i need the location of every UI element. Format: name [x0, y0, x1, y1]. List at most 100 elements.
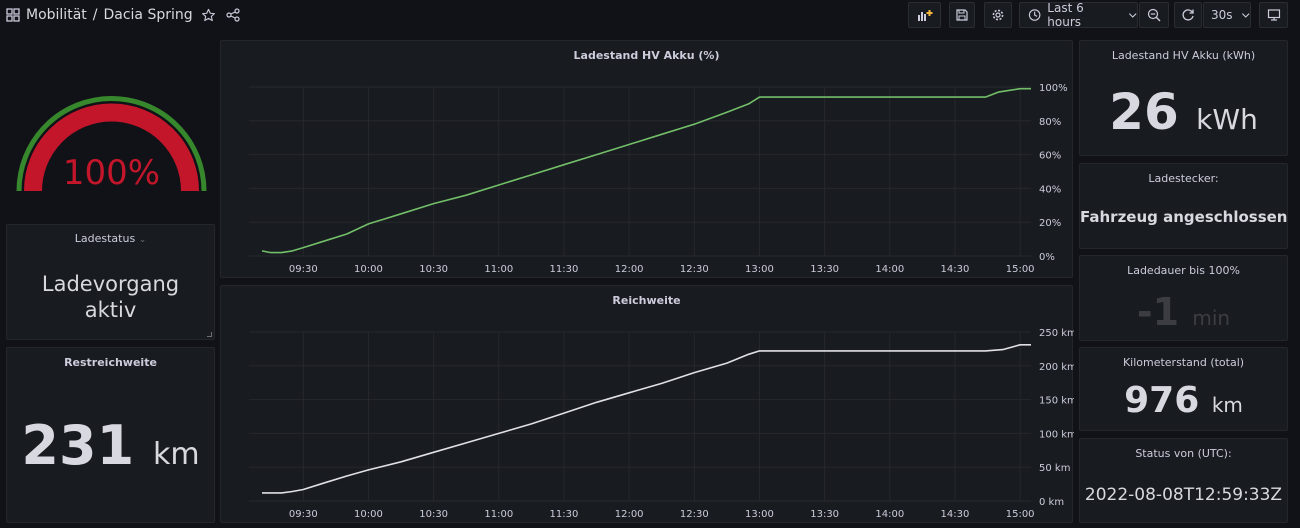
ladestecker-panel: Ladestecker: Fahrzeug angeschlossen — [1079, 163, 1288, 249]
x-tick-label: 12:30 — [680, 509, 709, 520]
panel-title[interactable]: Ladestatus ⌄ — [7, 232, 214, 245]
akku-kwh-unit: kWh — [1196, 103, 1258, 136]
panel-title[interactable]: Ladedauer bis 100% — [1080, 264, 1287, 277]
panel-title-text: Ladestatus — [74, 232, 136, 245]
ladedauer-number: -1 — [1136, 290, 1180, 334]
zoom-out-button[interactable] — [1139, 2, 1169, 28]
zoom-out-icon — [1147, 8, 1161, 22]
kilometerstand-number: 976 — [1124, 380, 1200, 421]
kilometerstand-unit: km — [1211, 393, 1243, 417]
x-tick-label: 13:30 — [810, 264, 839, 275]
refresh-interval-picker[interactable]: 30s — [1203, 2, 1251, 28]
status-timestamp: 2022-08-08T12:59:33Z — [1084, 485, 1283, 505]
reichweite-line-chart[interactable]: 0 km 50 km 100 km 150 km 200 km 250 km 09:30 10… — [221, 286, 1074, 524]
status-panel: Status von (UTC): 2022-08-08T12:59:33Z — [1079, 438, 1288, 523]
chevron-down-icon — [1241, 13, 1250, 18]
monitor-icon — [1267, 9, 1280, 21]
x-tick-label: 11:00 — [484, 264, 513, 275]
add-panel-icon — [917, 10, 932, 21]
kilometerstand-panel: Kilometerstand (total) 976 km — [1079, 347, 1288, 431]
dashboard-grid-icon — [6, 8, 20, 22]
ladedauer-unit: min — [1192, 306, 1231, 330]
x-tick-label: 12:30 — [680, 264, 709, 275]
x-tick-label: 09:30 — [289, 264, 318, 275]
refresh-interval-label: 30s — [1211, 8, 1233, 22]
ladestatus-value-line1: Ladevorgang — [41, 272, 180, 296]
y-tick-label: 80% — [1039, 117, 1061, 128]
time-range-picker[interactable]: Last 6 hours — [1019, 1, 1138, 29]
gauge-panel: 100% — [6, 40, 215, 220]
ladestatus-value: Ladevorgang aktiv — [7, 271, 214, 323]
breadcrumb: Mobilität / Dacia Spring — [6, 6, 240, 24]
chevron-down-icon: ⌄ — [138, 235, 147, 245]
panel-title[interactable]: Status von (UTC): — [1080, 447, 1287, 460]
x-tick-label: 10:00 — [354, 509, 383, 520]
y-tick-label: 20% — [1039, 218, 1061, 229]
x-tick-label: 10:30 — [419, 264, 448, 275]
x-tick-label: 11:30 — [550, 264, 579, 275]
y-tick-label: 0% — [1039, 252, 1055, 263]
akku-kwh-number: 26 — [1109, 83, 1179, 141]
x-tick-label: 11:00 — [484, 509, 513, 520]
tv-mode-button[interactable] — [1259, 2, 1288, 28]
x-tick-label: 10:30 — [419, 509, 448, 520]
x-tick-label: 15:00 — [1006, 264, 1035, 275]
chart-panel-ladestand-prozent: Ladestand HV Akku (%) 0% 20% 40% 60% 80% 100%… — [220, 40, 1073, 278]
ladedauer-value: -1 min — [1080, 290, 1287, 334]
panel-title[interactable]: Ladestand HV Akku (kWh) — [1080, 49, 1287, 62]
x-tick-label: 13:30 — [810, 509, 839, 520]
panel-title[interactable]: Kilometerstand (total) — [1080, 356, 1287, 369]
refresh-button[interactable] — [1174, 2, 1202, 28]
x-tick-label: 13:00 — [745, 264, 774, 275]
panel-title[interactable]: Ladestecker: — [1080, 172, 1287, 185]
akku-kwh-panel: Ladestand HV Akku (kWh) 26 kWh — [1079, 40, 1288, 156]
x-tick-label: 13:00 — [745, 509, 774, 520]
x-tick-label: 14:00 — [875, 509, 904, 520]
dashboard-settings-button[interactable] — [984, 2, 1012, 28]
y-tick-label: 250 km — [1039, 328, 1074, 339]
x-tick-label: 11:30 — [550, 509, 579, 520]
breadcrumb-separator: / — [92, 7, 98, 23]
x-tick-label: 12:00 — [615, 264, 644, 275]
share-icon[interactable] — [226, 8, 240, 22]
y-tick-label: 100 km — [1039, 429, 1074, 440]
chart-panel-reichweite: Reichweite 0 km 50 km 100 km 150 km 200 km 25… — [220, 285, 1074, 524]
breadcrumb-dashboard-title[interactable]: Dacia Spring — [103, 7, 192, 23]
gear-icon — [992, 9, 1004, 21]
series-line — [262, 343, 1031, 494]
ladestatus-value-line2: aktiv — [84, 298, 137, 322]
ladestatus-panel: Ladestatus ⌄ Ladevorgang aktiv — [6, 224, 215, 340]
gauge-value: 100% — [63, 153, 160, 193]
restreichweite-value: 231 km — [7, 414, 214, 477]
series-line — [261, 87, 1031, 254]
restreichweite-number: 231 — [21, 414, 135, 477]
y-tick-label: 200 km — [1039, 362, 1074, 373]
y-tick-label: 40% — [1039, 184, 1061, 195]
save-dashboard-button[interactable] — [949, 2, 975, 28]
save-icon — [956, 9, 968, 21]
restreichweite-unit: km — [152, 437, 200, 472]
restreichweite-panel: Restreichweite 231 km — [6, 347, 215, 523]
y-tick-label: 100% — [1039, 83, 1068, 94]
ladestand-line-chart[interactable]: 0% 20% 40% 60% 80% 100% 09:30 10:00 10:30 11:00 11… — [221, 41, 1074, 279]
refresh-icon — [1182, 9, 1194, 21]
x-tick-label: 10:00 — [354, 264, 383, 275]
y-tick-label: 0 km — [1039, 497, 1064, 508]
star-icon[interactable] — [201, 8, 216, 23]
x-tick-label: 09:30 — [289, 509, 318, 520]
clock-icon — [1028, 9, 1041, 21]
top-bar: Mobilität / Dacia Spring Last 6 hours 30… — [0, 0, 1300, 30]
gauge: 100% — [16, 96, 207, 193]
ladedauer-panel: Ladedauer bis 100% -1 min — [1079, 255, 1288, 341]
panel-title[interactable]: Restreichweite — [7, 356, 214, 369]
x-tick-label: 14:30 — [941, 509, 970, 520]
add-panel-button[interactable] — [908, 2, 941, 28]
resize-handle[interactable] — [207, 332, 212, 337]
akku-kwh-value: 26 kWh — [1080, 83, 1287, 141]
kilometerstand-value: 976 km — [1080, 380, 1287, 421]
y-tick-label: 150 km — [1039, 396, 1074, 407]
x-tick-label: 12:00 — [615, 509, 644, 520]
y-tick-label: 60% — [1039, 151, 1061, 162]
ladestecker-value: Fahrzeug angeschlossen — [1080, 208, 1288, 226]
breadcrumb-folder[interactable]: Mobilität — [26, 7, 87, 23]
